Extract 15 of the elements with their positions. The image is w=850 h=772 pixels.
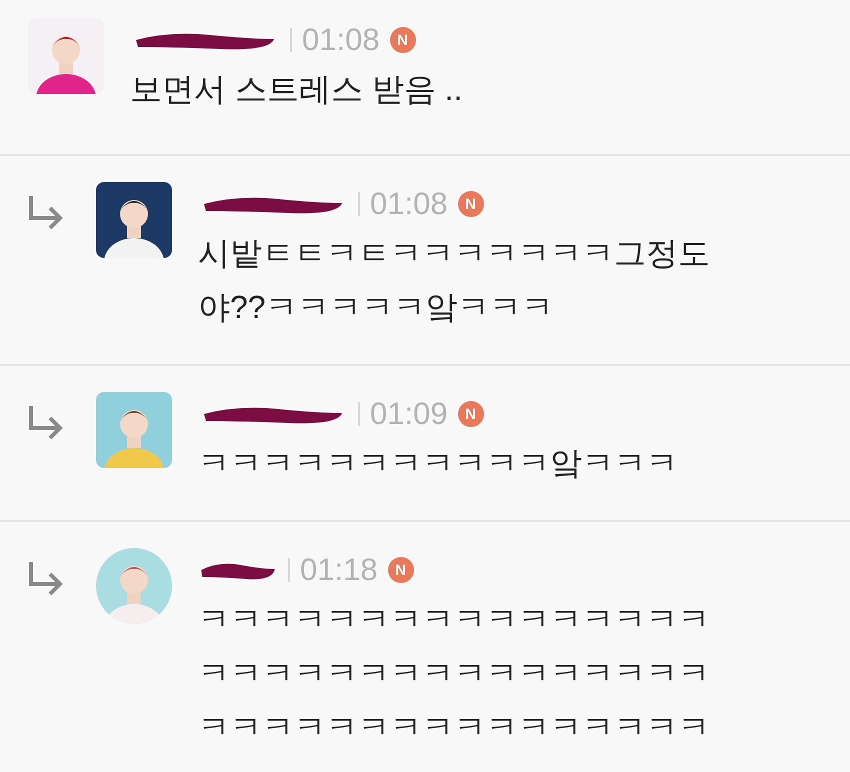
comment-text: 보면서 스트레스 받음 .. [130,70,462,109]
comment-text: 야??ㅋㅋㅋㅋㅋ앜ㅋㅋㅋ [198,288,555,327]
comment-text: ㅋㅋㅋㅋㅋㅋㅋㅋㅋㅋㅋㅋㅋㅋㅋㅋ [198,654,710,693]
comment-time: 01:08 [302,22,380,58]
new-badge: N [388,557,414,583]
new-badge: N [458,401,484,427]
comment-text: ㅋㅋㅋㅋㅋㅋㅋㅋㅋㅋㅋ앜ㅋㅋㅋ [198,444,678,483]
new-badge: N [458,191,484,217]
comment-time: 01:18 [300,552,378,588]
comment-time: 01:09 [370,396,448,432]
comment-text: 시밭ㅌㅌㅋㅌㅋㅋㅋㅋㅋㅋㅋ그정도 [198,234,710,273]
comment-text: ㅋㅋㅋㅋㅋㅋㅋㅋㅋㅋㅋㅋㅋㅋㅋㅋ [198,708,710,747]
new-badge: N [390,27,416,53]
comment-time: 01:08 [370,186,448,222]
comment-text: ㅋㅋㅋㅋㅋㅋㅋㅋㅋㅋㅋㅋㅋㅋㅋㅋ [198,600,710,639]
